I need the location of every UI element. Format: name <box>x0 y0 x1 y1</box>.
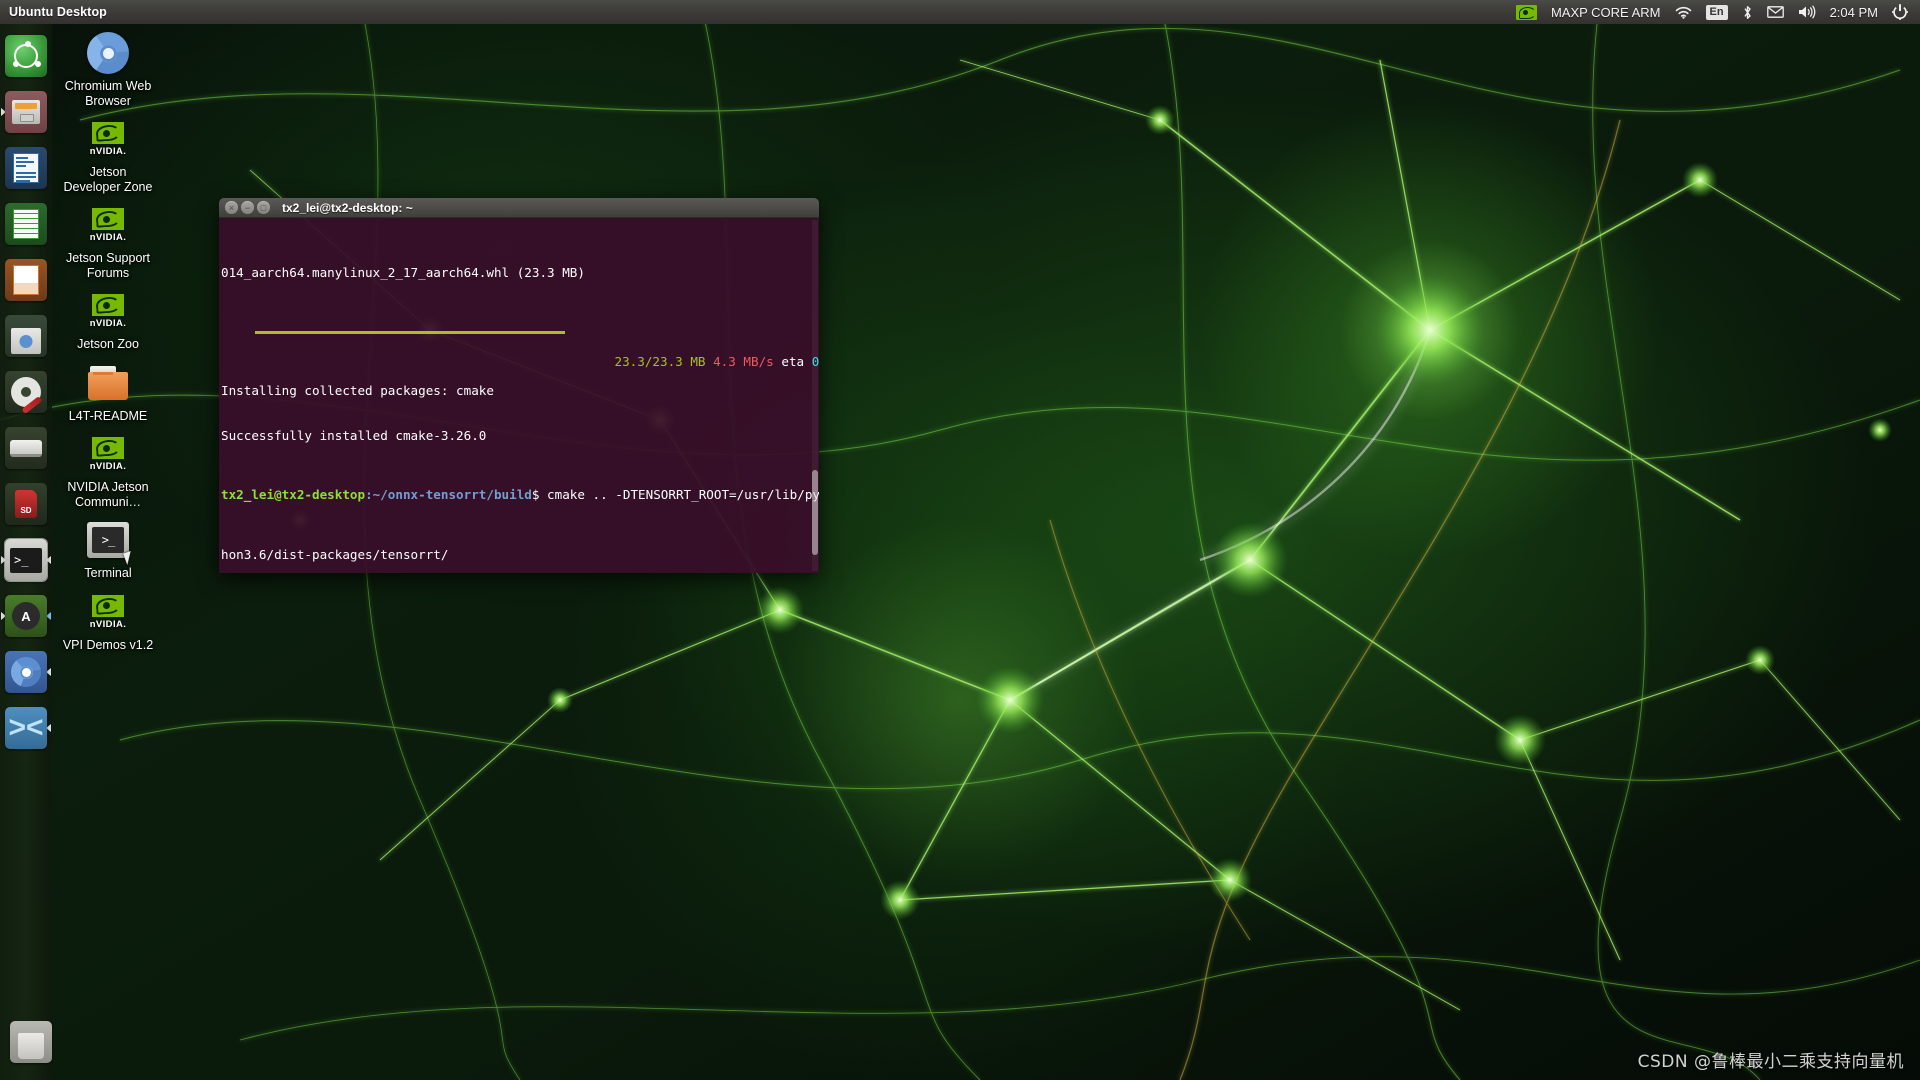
gpu-label[interactable]: MAXP CORE ARM <box>1544 0 1668 24</box>
launcher-item-software-updater[interactable]: A <box>0 590 52 642</box>
nvidia-wordmark: nVIDIA. <box>89 618 127 630</box>
nvidia-icon: nVIDIA. <box>85 589 131 635</box>
progress-speed: 4.3 MB/s <box>713 353 774 369</box>
terminal-icon: >_ <box>85 517 135 566</box>
launcher-item-sd-card[interactable]: SD <box>0 478 52 530</box>
document-icon <box>5 147 47 189</box>
launcher-item-libreoffice-writer[interactable] <box>0 142 52 194</box>
presentation-icon <box>5 259 47 301</box>
desktop-icon-jetson-support-forums[interactable]: nVIDIA. Jetson Support Forums <box>60 202 156 280</box>
ubuntu-logo-icon <box>5 35 47 77</box>
nvidia-wordmark: nVIDIA. <box>89 232 127 243</box>
desktop-icon-label: Jetson Support Forums <box>65 251 151 280</box>
spreadsheet-icon <box>5 203 47 245</box>
prompt-command: cmake .. -DTENSORRT_ROOT=/usr/lib/pyt <box>539 487 819 503</box>
folder-icon <box>85 360 131 406</box>
terminal-icon: >_ <box>5 539 47 581</box>
launcher-item-files[interactable] <box>0 86 52 138</box>
session-menu-icon[interactable] <box>1885 0 1915 24</box>
nvidia-icon: nVIDIA. <box>85 431 131 477</box>
chromium-icon <box>5 651 47 693</box>
terminal-line: Installing collected packages: cmake <box>221 383 494 399</box>
envelope-icon[interactable] <box>1760 0 1791 24</box>
nvidia-gpu-indicator[interactable] <box>1509 0 1544 24</box>
scrollbar-thumb[interactable] <box>812 470 818 555</box>
terminal-line: hon3.6/dist-packages/tensorrt/ <box>221 546 449 562</box>
desktop-icon-label: NVIDIA Jetson Communi… <box>67 480 149 509</box>
close-button[interactable]: × <box>225 201 238 214</box>
terminal-line: 014_aarch64.manylinux_2_17_aarch64.whl (… <box>221 264 585 280</box>
prompt-path: :~/onnx-tensorrt/build <box>365 487 532 503</box>
nvidia-icon: nVIDIA. <box>85 202 131 248</box>
terminal-prompt-line: tx2_lei@tx2-desktop:~/onnx-tensorrt/buil… <box>221 487 819 503</box>
clock[interactable]: 2:04 PM <box>1823 0 1885 24</box>
terminal-titlebar[interactable]: × − □ tx2_lei@tx2-desktop: ~ <box>219 198 819 218</box>
sd-card-icon: SD <box>5 483 47 525</box>
terminal-scrollbar[interactable] <box>812 220 818 571</box>
top-panel: Ubuntu Desktop MAXP CORE ARM En 2:04 PM <box>0 0 1920 24</box>
desktop-icon-label: Terminal <box>84 566 132 580</box>
desktop-icon-label: Jetson Zoo <box>77 337 139 351</box>
unity-launcher: SD >_ A >< <box>0 24 52 1080</box>
wifi-icon[interactable] <box>1668 0 1699 24</box>
software-bag-icon <box>5 315 47 357</box>
vscode-icon: >< <box>5 707 47 749</box>
trash-icon <box>10 1021 52 1063</box>
minimize-button[interactable]: − <box>241 201 254 214</box>
nvidia-wordmark: nVIDIA. <box>89 318 127 329</box>
desktop-icon-nvidia-jetson-community[interactable]: nVIDIA. NVIDIA Jetson Communi… <box>60 431 156 509</box>
launcher-item-ubuntu-software[interactable] <box>0 310 52 362</box>
bluetooth-icon[interactable] <box>1735 0 1760 24</box>
panel-title[interactable]: Ubuntu Desktop <box>0 5 107 19</box>
maximize-button[interactable]: □ <box>257 201 270 214</box>
launcher-item-chromium[interactable] <box>0 646 52 698</box>
chromium-icon <box>85 30 131 76</box>
desktop-icon-label: Chromium Web Browser <box>64 79 152 108</box>
launcher-item-terminal[interactable]: >_ <box>0 534 52 586</box>
desktop-icon-vpi-demos[interactable]: nVIDIA. VPI Demos v1.2 <box>60 589 156 653</box>
watermark: CSDN @鲁棒最小二乘支持向量机 <box>1637 1052 1904 1072</box>
progress-received: 23.3/23.3 MB <box>614 353 706 369</box>
nvidia-eye-icon <box>1515 4 1537 20</box>
launcher-item-system-settings[interactable] <box>0 366 52 418</box>
keyboard-layout-indicator[interactable]: En <box>1699 0 1735 24</box>
desktop-icon-label: L4T-README <box>68 408 148 423</box>
speaker-icon[interactable] <box>1791 0 1823 24</box>
terminal-title: tx2_lei@tx2-desktop: ~ <box>282 200 413 215</box>
desktop-icon-terminal[interactable]: >_ Terminal <box>60 517 156 581</box>
terminal-line: Successfully installed cmake-3.26.0 <box>221 427 487 443</box>
desktop-icon-jetson-developer-zone[interactable]: nVIDIA. Jetson Developer Zone <box>60 116 156 194</box>
desktop-icon-label: VPI Demos v1.2 <box>62 637 154 652</box>
desktop-icon-label: Jetson Developer Zone <box>63 165 153 194</box>
gear-wrench-icon <box>5 371 47 413</box>
system-tray: MAXP CORE ARM En 2:04 PM <box>1509 0 1920 24</box>
prompt-user: tx2_lei@tx2-desktop <box>221 487 366 503</box>
nvidia-wordmark: nVIDIA. <box>89 146 127 157</box>
launcher-item-libreoffice-calc[interactable] <box>0 198 52 250</box>
launcher-item-ubuntu-dash[interactable] <box>0 30 52 82</box>
progress-bar-fill <box>255 330 565 334</box>
launcher-item-disk-drive[interactable] <box>0 422 52 474</box>
terminal-window[interactable]: × − □ tx2_lei@tx2-desktop: ~ 014_aarch64… <box>219 198 819 573</box>
nvidia-icon: nVIDIA. <box>85 116 131 162</box>
desktop-icon-chromium[interactable]: Chromium Web Browser <box>60 30 156 108</box>
nvidia-wordmark: nVIDIA. <box>89 461 127 472</box>
nvidia-icon: nVIDIA. <box>85 288 131 334</box>
file-cabinet-icon <box>5 91 47 133</box>
mouse-cursor-icon <box>123 550 135 566</box>
terminal-output[interactable]: 014_aarch64.manylinux_2_17_aarch64.whl (… <box>219 218 819 573</box>
desktop-icon-l4t-readme[interactable]: L4T-README <box>60 360 156 424</box>
desktop-icon-grid: Chromium Web Browser nVIDIA. Jetson Deve… <box>60 30 156 660</box>
update-arrows-icon: A <box>5 595 47 637</box>
launcher-item-trash[interactable] <box>5 1016 57 1068</box>
launcher-item-vscode[interactable]: >< <box>0 702 52 754</box>
launcher-item-libreoffice-impress[interactable] <box>0 254 52 306</box>
terminal-progress-line: 23.3/23.3 MB 4.3 MB/s eta 0:00:00 <box>221 325 819 369</box>
desktop-icon-jetson-zoo[interactable]: nVIDIA. Jetson Zoo <box>60 288 156 352</box>
hard-drive-icon <box>5 427 47 469</box>
progress-eta-label: eta <box>781 353 805 369</box>
